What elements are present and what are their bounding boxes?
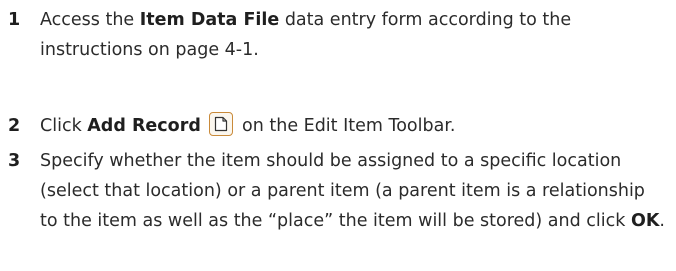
step-text: Click Add Record on the Edit Item Toolba… [40,111,668,141]
step-text-part: Specify whether the item should be assig… [40,151,645,231]
ok-label: OK [630,211,660,231]
step-text-part: Access the [40,10,140,30]
step-text: Specify whether the item should be assig… [40,146,668,236]
step-3: 3 Specify whether the item should be ass… [8,146,668,236]
step-text-part: . [659,211,665,231]
add-record-icon [209,112,234,136]
step-text-part: on the Edit Item Toolbar. [236,116,456,136]
step-text: Access the Item Data File data entry for… [40,5,668,65]
form-name: Item Data File [139,10,280,30]
step-number: 2 [8,116,21,136]
step-2: 2 Click Add Record on the Edit Item Tool… [8,111,668,141]
add-record-label: Add Record [87,116,201,136]
step-1: 1 Access the Item Data File data entry f… [8,5,668,65]
step-number: 1 [8,10,21,30]
step-text-part: Click [40,116,88,136]
step-number: 3 [8,151,21,171]
